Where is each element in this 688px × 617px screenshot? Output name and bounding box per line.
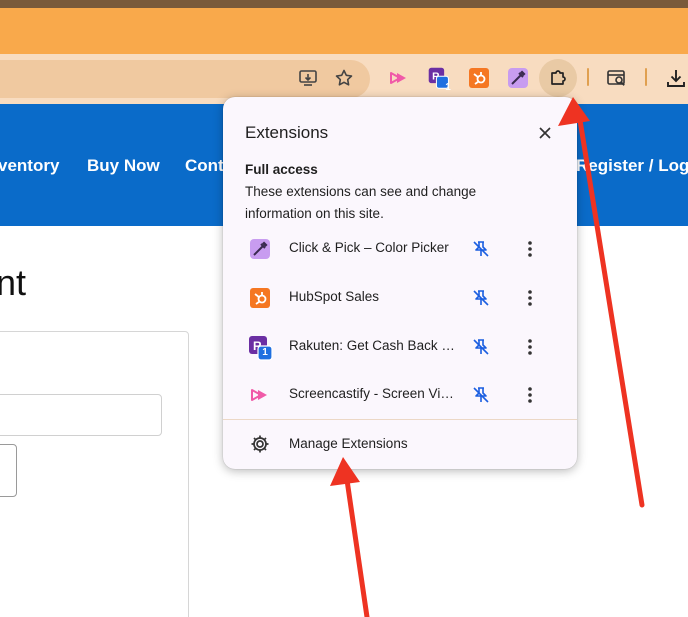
pin-button[interactable] — [469, 237, 493, 261]
form-card — [0, 331, 189, 617]
unpin-icon — [471, 337, 491, 357]
extension-name: Rakuten: Get Cash Back For Shopping — [289, 338, 457, 353]
unpin-icon — [471, 239, 491, 259]
more-vert-icon — [527, 386, 533, 404]
nav-link-inventory[interactable]: ventory — [0, 156, 59, 176]
nav-link-contact[interactable]: Cont — [185, 156, 224, 176]
more-options-button[interactable] — [518, 286, 542, 310]
pin-button[interactable] — [469, 286, 493, 310]
access-heading: Full access — [245, 162, 318, 177]
rakuten-badge: 1 — [445, 82, 451, 93]
install-app-icon[interactable] — [296, 66, 320, 90]
unpin-icon — [471, 385, 491, 405]
more-options-button[interactable] — [518, 335, 542, 359]
more-vert-icon — [527, 338, 533, 356]
search-panel-icon[interactable] — [605, 66, 629, 90]
extension-name: Click & Pick – Color Picker — [289, 240, 449, 255]
download-icon[interactable] — [664, 66, 688, 90]
color-picker-icon[interactable] — [506, 66, 530, 90]
tab-bar — [0, 8, 688, 54]
pin-button[interactable] — [469, 383, 493, 407]
toolbar-separator — [645, 68, 647, 86]
arrow-to-manage-extensions — [330, 457, 370, 617]
rakuten-icon[interactable]: R 1 — [427, 66, 451, 93]
form-input[interactable] — [0, 394, 162, 436]
popup-divider — [223, 419, 577, 420]
access-description: These extensions can see and change info… — [245, 184, 477, 221]
screencastify-icon[interactable] — [387, 66, 411, 90]
toolbar-separator — [587, 68, 589, 86]
extensions-popup: Extensions Full access These extensions … — [223, 97, 577, 469]
page-heading: nt — [0, 262, 27, 303]
more-options-button[interactable] — [518, 237, 542, 261]
screencastify-icon — [249, 384, 271, 406]
more-vert-icon — [527, 289, 533, 307]
extension-row-screencastify[interactable]: Screencastify - Screen Video Recorder — [223, 373, 577, 417]
window-top-strip — [0, 0, 688, 8]
rakuten-badge: 1 — [262, 347, 268, 358]
unpin-icon — [471, 288, 491, 308]
popup-title: Extensions — [245, 123, 329, 142]
color-picker-icon — [249, 238, 271, 260]
extension-row-rakuten[interactable]: R 1 Rakuten: Get Cash Back For Shopping — [223, 325, 577, 369]
extension-name: HubSpot Sales — [289, 289, 380, 304]
manage-extensions-label: Manage Extensions — [289, 436, 408, 451]
puzzle-icon — [548, 68, 568, 88]
rakuten-icon: R 1 — [247, 334, 275, 362]
nav-link-register-login[interactable]: Register / Log — [576, 156, 688, 176]
more-vert-icon — [527, 240, 533, 258]
extensions-puzzle-button[interactable] — [539, 59, 577, 97]
hubspot-icon — [249, 287, 271, 309]
manage-extensions-button[interactable]: Manage Extensions — [223, 422, 577, 466]
extension-name: Screencastify - Screen Video Recorder — [289, 386, 457, 401]
gear-icon — [249, 433, 271, 455]
close-icon — [538, 126, 552, 140]
extension-row-hubspot[interactable]: HubSpot Sales — [223, 276, 577, 320]
pin-button[interactable] — [469, 335, 493, 359]
more-options-button[interactable] — [518, 383, 542, 407]
extension-row-click-and-pick[interactable]: Click & Pick – Color Picker — [223, 227, 577, 271]
close-button[interactable] — [531, 119, 559, 147]
form-button[interactable] — [0, 444, 17, 497]
star-icon[interactable] — [332, 66, 356, 90]
nav-link-buy-now[interactable]: Buy Now — [87, 156, 160, 176]
hubspot-icon[interactable] — [467, 66, 491, 90]
